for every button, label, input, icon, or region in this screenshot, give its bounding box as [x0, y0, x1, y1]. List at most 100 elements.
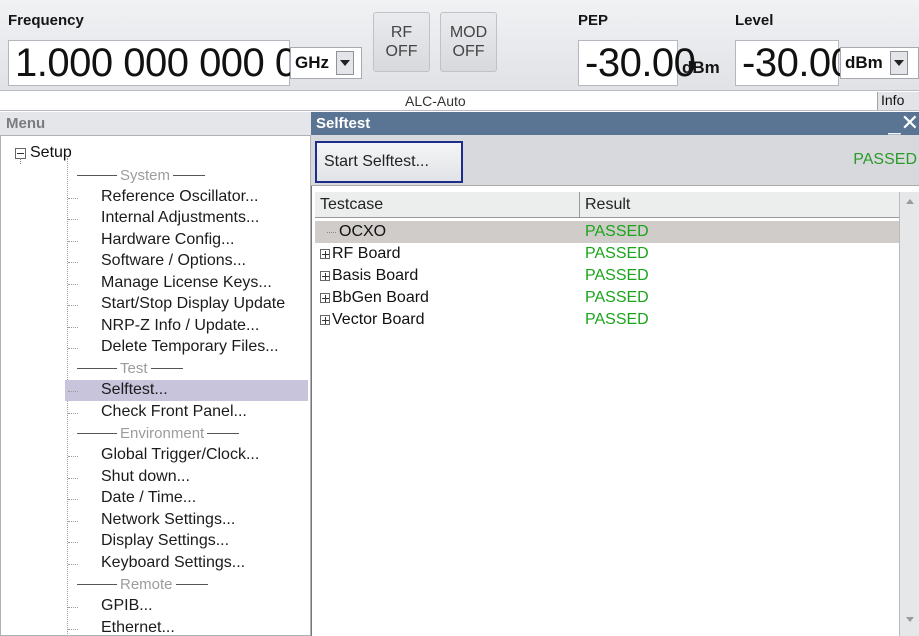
- menu-item-label: Shut down...: [101, 468, 190, 485]
- info-button[interactable]: Info: [877, 92, 919, 110]
- menu-item-label: Hardware Config...: [101, 231, 235, 248]
- alc-status: ALC-Auto: [405, 93, 466, 109]
- rf-toggle-button[interactable]: RF OFF: [373, 12, 430, 72]
- tree-node-setup[interactable]: Setup: [15, 144, 72, 162]
- table-row[interactable]: Basis Board PASSED: [315, 265, 899, 287]
- frequency-value[interactable]: 1.000 000 000 000: [8, 40, 341, 86]
- testcase-cell: Vector Board: [320, 309, 425, 331]
- result-cell: PASSED: [585, 311, 649, 328]
- scroll-down-icon[interactable]: [900, 610, 919, 628]
- menu-item-label: Ethernet...: [101, 619, 175, 636]
- menu-tree: Setup System Reference Oscillator... Int…: [0, 135, 311, 636]
- frequency-label: Frequency: [8, 12, 84, 29]
- tree-root-label: Setup: [30, 144, 72, 161]
- menu-item-label: Reference Oscillator...: [101, 188, 259, 205]
- tree-connector: [68, 499, 78, 500]
- menu-item-nrp-z-info[interactable]: NRP-Z Info / Update...: [1, 316, 310, 337]
- level-unit-select[interactable]: dBm: [840, 47, 919, 79]
- rf-label: RF: [390, 24, 413, 41]
- expand-icon[interactable]: [320, 293, 330, 303]
- menu-item-ethernet[interactable]: Ethernet...: [1, 618, 310, 636]
- section-environment: Environment: [77, 425, 240, 442]
- menu-item-network-settings[interactable]: Network Settings...: [1, 510, 310, 531]
- column-header-result[interactable]: Result: [580, 192, 899, 218]
- mod-toggle-button[interactable]: MOD OFF: [440, 12, 497, 72]
- level-value[interactable]: -30.00: [735, 40, 853, 86]
- menu-item-label: Selftest...: [101, 381, 168, 398]
- status-strip: ALC-Auto Info: [0, 90, 919, 111]
- section-divider: [77, 584, 117, 585]
- tree-connector: [68, 607, 78, 608]
- menu-item-display-settings[interactable]: Display Settings...: [1, 531, 310, 552]
- tree-connector: [68, 284, 78, 285]
- tree-connector: [68, 241, 78, 242]
- mod-label: MOD: [449, 24, 488, 41]
- minimize-close-icon[interactable]: _✕: [888, 110, 919, 136]
- testcase-label: OCXO: [339, 223, 387, 240]
- menu-item-global-trigger[interactable]: Global Trigger/Clock...: [1, 445, 310, 466]
- table-header: Testcase Result: [315, 192, 899, 218]
- menu-item-label: Check Front Panel...: [101, 403, 247, 420]
- menu-item-software-options[interactable]: Software / Options...: [1, 251, 310, 272]
- pep-unit: dBm: [682, 58, 720, 77]
- tree-connector: [68, 542, 78, 543]
- expand-icon[interactable]: [320, 249, 330, 259]
- section-divider: [77, 433, 117, 434]
- section-test: Test: [77, 360, 183, 377]
- table-row[interactable]: Vector Board PASSED: [315, 309, 899, 331]
- section-divider: [77, 175, 117, 176]
- menu-item-label: Global Trigger/Clock...: [101, 446, 260, 463]
- menu-item-check-front-panel[interactable]: Check Front Panel...: [1, 402, 310, 423]
- tree-connector: [68, 262, 78, 263]
- chevron-down-icon: [889, 51, 908, 75]
- menu-item-label: Manage License Keys...: [101, 274, 272, 291]
- scroll-up-icon[interactable]: [900, 192, 919, 210]
- menu-item-manage-license-keys[interactable]: Manage License Keys...: [1, 273, 310, 294]
- result-cell: PASSED: [585, 289, 649, 306]
- menu-item-reference-oscillator[interactable]: Reference Oscillator...: [1, 187, 310, 208]
- menu-item-gpib[interactable]: GPIB...: [1, 596, 310, 617]
- tree-connector: [68, 198, 78, 199]
- tree-connector: [68, 564, 78, 565]
- menu-item-label: GPIB...: [101, 597, 153, 614]
- expand-icon[interactable]: [320, 315, 330, 325]
- mod-state: OFF: [452, 43, 485, 60]
- frequency-unit-select[interactable]: GHz: [290, 47, 362, 79]
- result-cell: PASSED: [585, 223, 649, 240]
- section-divider: [77, 368, 117, 369]
- collapse-icon[interactable]: [15, 147, 26, 159]
- vertical-scrollbar[interactable]: [899, 192, 919, 636]
- column-header-testcase[interactable]: Testcase: [315, 192, 580, 218]
- menu-item-label: Delete Temporary Files...: [101, 338, 279, 355]
- section-divider: [173, 175, 206, 176]
- chevron-down-icon: [336, 51, 354, 75]
- tree-connector: [68, 629, 78, 630]
- selftest-title-bar: Selftest _✕: [311, 110, 919, 136]
- section-system: System: [77, 167, 206, 184]
- table-row[interactable]: BbGen Board PASSED: [315, 287, 899, 309]
- menu-item-shut-down[interactable]: Shut down...: [1, 467, 310, 488]
- menu-item-date-time[interactable]: Date / Time...: [1, 488, 310, 509]
- pep-label: PEP: [578, 12, 609, 29]
- menu-item-internal-adjustments[interactable]: Internal Adjustments...: [1, 208, 310, 229]
- tree-connector: [327, 231, 336, 233]
- menu-item-hardware-config[interactable]: Hardware Config...: [1, 230, 310, 251]
- section-divider: [175, 584, 208, 585]
- menu-item-selftest[interactable]: Selftest...: [65, 380, 308, 401]
- tree-connector: [68, 327, 78, 328]
- menu-item-label: Software / Options...: [101, 252, 246, 269]
- menu-item-delete-temp-files[interactable]: Delete Temporary Files...: [1, 337, 310, 358]
- table-row[interactable]: OCXO PASSED: [315, 221, 899, 243]
- result-cell: PASSED: [585, 267, 649, 284]
- start-selftest-button[interactable]: Start Selftest...: [315, 141, 463, 183]
- testcase-label: BbGen Board: [332, 289, 429, 306]
- testcase-cell: RF Board: [320, 243, 400, 265]
- menu-item-keyboard-settings[interactable]: Keyboard Settings...: [1, 553, 310, 574]
- section-label: System: [120, 167, 171, 184]
- menu-item-display-update[interactable]: Start/Stop Display Update: [1, 294, 310, 315]
- menu-item-label: Date / Time...: [101, 489, 197, 506]
- expand-icon[interactable]: [320, 271, 330, 281]
- section-label: Environment: [120, 425, 205, 442]
- overall-status: PASSED: [853, 151, 917, 168]
- table-row[interactable]: RF Board PASSED: [315, 243, 899, 265]
